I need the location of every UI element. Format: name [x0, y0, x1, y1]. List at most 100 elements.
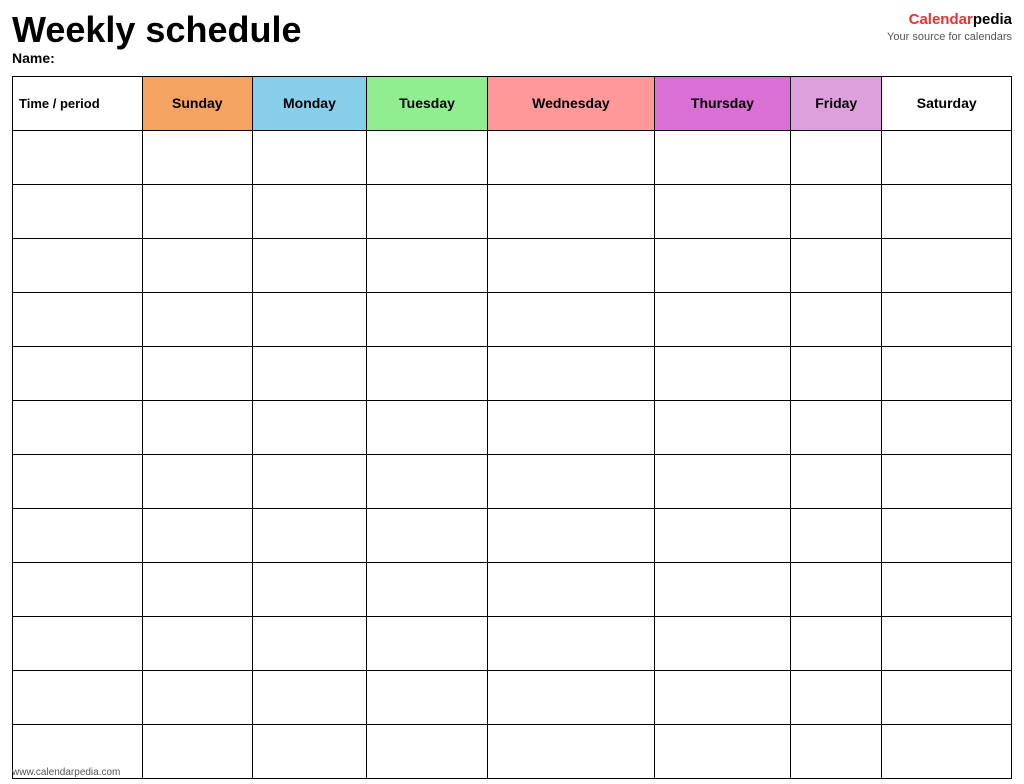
- time-cell[interactable]: [13, 562, 143, 616]
- day-cell[interactable]: [487, 238, 654, 292]
- day-cell[interactable]: [654, 238, 790, 292]
- day-cell[interactable]: [487, 670, 654, 724]
- time-cell[interactable]: [13, 400, 143, 454]
- day-cell[interactable]: [790, 724, 881, 778]
- day-cell[interactable]: [790, 508, 881, 562]
- day-cell[interactable]: [790, 238, 881, 292]
- day-cell[interactable]: [882, 292, 1012, 346]
- time-cell[interactable]: [13, 616, 143, 670]
- day-cell[interactable]: [367, 184, 488, 238]
- day-cell[interactable]: [654, 508, 790, 562]
- day-cell[interactable]: [790, 292, 881, 346]
- time-cell[interactable]: [13, 454, 143, 508]
- day-cell[interactable]: [654, 346, 790, 400]
- day-cell[interactable]: [367, 400, 488, 454]
- day-cell[interactable]: [790, 130, 881, 184]
- time-cell[interactable]: [13, 130, 143, 184]
- day-cell[interactable]: [654, 562, 790, 616]
- col-header-saturday: Saturday: [882, 76, 1012, 130]
- day-cell[interactable]: [252, 184, 367, 238]
- table-row: [13, 724, 1012, 778]
- day-cell[interactable]: [252, 616, 367, 670]
- day-cell[interactable]: [654, 130, 790, 184]
- day-cell[interactable]: [252, 724, 367, 778]
- day-cell[interactable]: [252, 400, 367, 454]
- day-cell[interactable]: [882, 184, 1012, 238]
- day-cell[interactable]: [143, 508, 253, 562]
- day-cell[interactable]: [487, 130, 654, 184]
- day-cell[interactable]: [252, 454, 367, 508]
- day-cell[interactable]: [252, 130, 367, 184]
- day-cell[interactable]: [143, 670, 253, 724]
- day-cell[interactable]: [143, 346, 253, 400]
- day-cell[interactable]: [143, 616, 253, 670]
- day-cell[interactable]: [882, 616, 1012, 670]
- time-cell[interactable]: [13, 508, 143, 562]
- day-cell[interactable]: [654, 724, 790, 778]
- day-cell[interactable]: [252, 238, 367, 292]
- day-cell[interactable]: [487, 400, 654, 454]
- day-cell[interactable]: [367, 346, 488, 400]
- day-cell[interactable]: [367, 238, 488, 292]
- day-cell[interactable]: [367, 670, 488, 724]
- day-cell[interactable]: [367, 616, 488, 670]
- time-cell[interactable]: [13, 184, 143, 238]
- day-cell[interactable]: [367, 508, 488, 562]
- day-cell[interactable]: [882, 724, 1012, 778]
- day-cell[interactable]: [882, 454, 1012, 508]
- day-cell[interactable]: [882, 670, 1012, 724]
- day-cell[interactable]: [654, 616, 790, 670]
- day-cell[interactable]: [143, 562, 253, 616]
- day-cell[interactable]: [487, 616, 654, 670]
- day-cell[interactable]: [143, 724, 253, 778]
- day-cell[interactable]: [654, 292, 790, 346]
- day-cell[interactable]: [252, 562, 367, 616]
- time-cell[interactable]: [13, 670, 143, 724]
- day-cell[interactable]: [487, 562, 654, 616]
- time-cell[interactable]: [13, 346, 143, 400]
- day-cell[interactable]: [367, 130, 488, 184]
- day-cell[interactable]: [882, 130, 1012, 184]
- day-cell[interactable]: [790, 346, 881, 400]
- day-cell[interactable]: [487, 184, 654, 238]
- day-cell[interactable]: [252, 670, 367, 724]
- day-cell[interactable]: [882, 238, 1012, 292]
- day-cell[interactable]: [252, 346, 367, 400]
- day-cell[interactable]: [790, 184, 881, 238]
- col-header-monday: Monday: [252, 76, 367, 130]
- day-cell[interactable]: [367, 724, 488, 778]
- day-cell[interactable]: [654, 400, 790, 454]
- day-cell[interactable]: [143, 454, 253, 508]
- day-cell[interactable]: [882, 400, 1012, 454]
- day-cell[interactable]: [487, 724, 654, 778]
- day-cell[interactable]: [487, 346, 654, 400]
- day-cell[interactable]: [654, 670, 790, 724]
- day-cell[interactable]: [882, 508, 1012, 562]
- day-cell[interactable]: [143, 400, 253, 454]
- day-cell[interactable]: [143, 130, 253, 184]
- day-cell[interactable]: [790, 670, 881, 724]
- day-cell[interactable]: [367, 292, 488, 346]
- day-cell[interactable]: [252, 508, 367, 562]
- day-cell[interactable]: [790, 562, 881, 616]
- time-cell[interactable]: [13, 292, 143, 346]
- day-cell[interactable]: [143, 292, 253, 346]
- day-cell[interactable]: [487, 292, 654, 346]
- day-cell[interactable]: [790, 400, 881, 454]
- day-cell[interactable]: [367, 562, 488, 616]
- day-cell[interactable]: [487, 508, 654, 562]
- day-cell[interactable]: [143, 238, 253, 292]
- day-cell[interactable]: [790, 454, 881, 508]
- day-cell[interactable]: [367, 454, 488, 508]
- col-header-tuesday: Tuesday: [367, 76, 488, 130]
- table-row: [13, 616, 1012, 670]
- time-cell[interactable]: [13, 238, 143, 292]
- day-cell[interactable]: [487, 454, 654, 508]
- day-cell[interactable]: [252, 292, 367, 346]
- day-cell[interactable]: [654, 184, 790, 238]
- day-cell[interactable]: [882, 346, 1012, 400]
- day-cell[interactable]: [143, 184, 253, 238]
- day-cell[interactable]: [654, 454, 790, 508]
- day-cell[interactable]: [790, 616, 881, 670]
- day-cell[interactable]: [882, 562, 1012, 616]
